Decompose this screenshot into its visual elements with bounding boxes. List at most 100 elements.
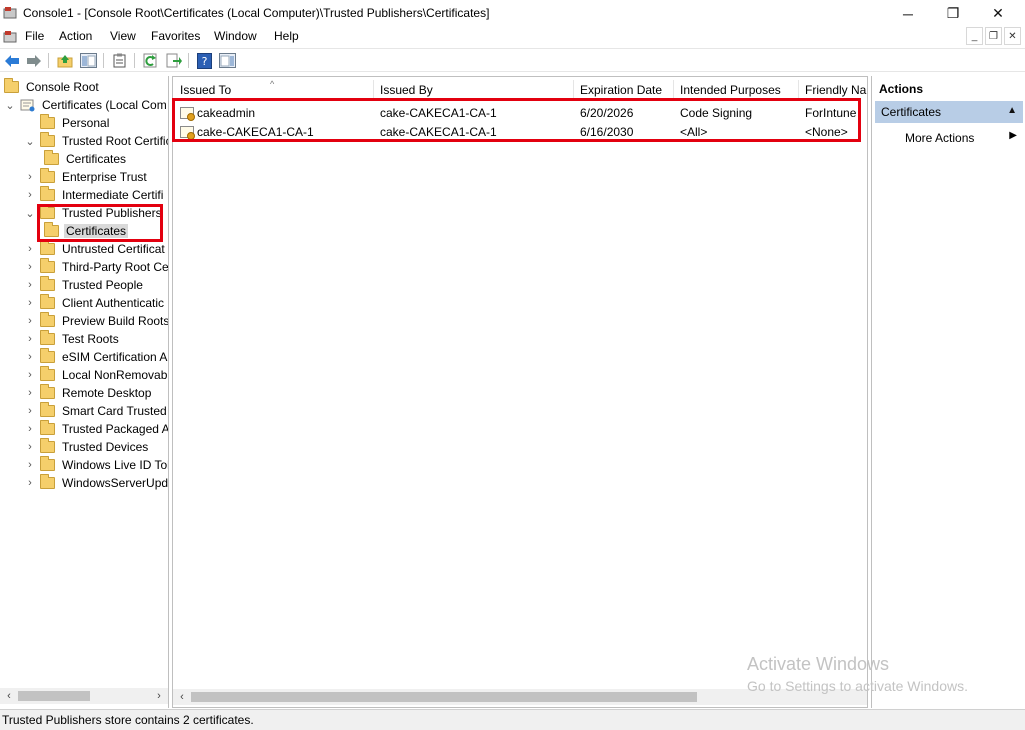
scroll-left-icon[interactable]: ‹: [2, 688, 16, 704]
help-icon[interactable]: ?: [196, 52, 213, 69]
folder-icon: [40, 132, 55, 147]
collapse-chevron-icon[interactable]: ›: [24, 243, 36, 255]
show-hide-console-tree-icon[interactable]: [80, 52, 97, 69]
tree-node-remote-desktop[interactable]: › Remote Desktop: [24, 384, 153, 402]
folder-icon: [40, 312, 55, 327]
collapse-chevron-icon[interactable]: ›: [24, 387, 36, 399]
collapse-chevron-icon[interactable]: ›: [24, 369, 36, 381]
folder-icon: [40, 240, 55, 255]
toolbar-separator: [188, 53, 189, 68]
mdi-close-button[interactable]: ✕: [1004, 27, 1021, 45]
collapse-chevron-icon[interactable]: ›: [24, 333, 36, 345]
collapse-chevron-icon[interactable]: ›: [24, 297, 36, 309]
menu-bar: File Action View Favorites Window Help: [0, 27, 1025, 47]
tree-node-label: Third-Party Root Ce: [62, 260, 169, 274]
collapse-chevron-icon[interactable]: ›: [24, 351, 36, 363]
export-list-icon[interactable]: [165, 52, 182, 69]
tree-node-certificates-local-computer[interactable]: ⌄ Certificates (Local Com: [4, 96, 168, 114]
more-actions-item[interactable]: More Actions: [905, 131, 974, 145]
properties-icon[interactable]: [111, 52, 128, 69]
results-pane: ^ Issued To Issued By Expiration Date In…: [172, 76, 868, 708]
collapse-up-icon[interactable]: ▲: [1007, 105, 1017, 116]
tree-node-trusted-devices[interactable]: › Trusted Devices: [24, 438, 150, 456]
expand-chevron-icon[interactable]: ⌄: [4, 99, 16, 112]
tree-node-trusted-packaged-a[interactable]: › Trusted Packaged A: [24, 420, 168, 438]
expand-chevron-icon[interactable]: ⌄: [24, 135, 36, 148]
actions-pane: Actions Certificates ▲ More Actions ▶: [871, 76, 1025, 708]
menu-window[interactable]: Window: [212, 29, 259, 43]
collapse-chevron-icon[interactable]: ›: [24, 405, 36, 417]
tree-node-console-root[interactable]: Console Root: [4, 78, 101, 96]
menu-action[interactable]: Action: [57, 29, 94, 43]
forward-icon[interactable]: [25, 52, 42, 69]
submenu-arrow-icon: ▶: [1009, 130, 1017, 141]
mdi-restore-button[interactable]: ❐: [985, 27, 1002, 45]
menu-file[interactable]: File: [23, 29, 46, 43]
close-button[interactable]: ✕: [975, 0, 1021, 27]
menu-favorites[interactable]: Favorites: [149, 29, 202, 43]
toolbar-separator: [48, 53, 49, 68]
tree-node-certificates[interactable]: Certificates: [44, 150, 128, 168]
tree-node-smart-card-trusted[interactable]: › Smart Card Trusted: [24, 402, 168, 420]
certificate-row-cake-cakeca1-ca-1[interactable]: cake-CAKECA1-CA-1 cake-CAKECA1-CA-1 6/16…: [177, 123, 863, 141]
tree-node-windowsserverupd[interactable]: › WindowsServerUpd: [24, 474, 168, 492]
collapse-chevron-icon[interactable]: ›: [24, 315, 36, 327]
folder-icon: [40, 330, 55, 345]
collapse-chevron-icon[interactable]: ›: [24, 279, 36, 291]
collapse-chevron-icon[interactable]: ›: [24, 189, 36, 201]
actions-group-certificates[interactable]: Certificates ▲: [875, 101, 1023, 123]
folder-icon: [40, 348, 55, 363]
tree-node-certificates[interactable]: Certificates: [44, 222, 129, 240]
tree-node-trusted-root-certific[interactable]: ⌄ Trusted Root Certific: [24, 132, 168, 150]
show-hide-action-pane-icon[interactable]: [219, 52, 236, 69]
scrollbar-thumb[interactable]: [191, 692, 697, 702]
tree-node-untrusted-certificat[interactable]: › Untrusted Certificat: [24, 240, 167, 258]
column-header-issued-to[interactable]: ^ Issued To: [174, 80, 374, 100]
mdi-minimize-button[interactable]: _: [966, 27, 983, 45]
restore-button[interactable]: ❐: [930, 0, 976, 27]
menu-help[interactable]: Help: [272, 29, 301, 43]
scroll-left-icon[interactable]: ‹: [175, 689, 189, 705]
column-header-issued-by[interactable]: Issued By: [374, 80, 574, 100]
collapse-chevron-icon[interactable]: ›: [24, 261, 36, 273]
collapse-chevron-icon[interactable]: ›: [24, 459, 36, 471]
tree-node-local-nonremovab[interactable]: › Local NonRemovab: [24, 366, 168, 384]
tree-node-windows-live-id-tol[interactable]: › Windows Live ID Tol: [24, 456, 168, 474]
tree-node-label: Local NonRemovab: [62, 368, 168, 382]
scroll-right-icon[interactable]: ›: [152, 688, 166, 704]
column-header-friendly-name[interactable]: Friendly Na: [799, 80, 867, 100]
certificate-row-cakeadmin[interactable]: cakeadmin cake-CAKECA1-CA-1 6/20/2026 Co…: [177, 104, 863, 122]
tree-node-intermediate-certifi[interactable]: › Intermediate Certifi: [24, 186, 165, 204]
console-icon[interactable]: [3, 30, 17, 44]
tree-node-label: eSIM Certification A: [62, 350, 168, 364]
tree-node-label: Client Authenticatic: [62, 296, 165, 310]
column-header-intended-purposes[interactable]: Intended Purposes: [674, 80, 799, 100]
cell-expiration-date: 6/20/2026: [580, 106, 634, 120]
collapse-chevron-icon[interactable]: ›: [24, 477, 36, 489]
tree-node-third-party-root-ce[interactable]: › Third-Party Root Ce: [24, 258, 169, 276]
tree-node-trusted-publishers[interactable]: ⌄ Trusted Publishers: [24, 204, 164, 222]
refresh-icon[interactable]: [142, 52, 159, 69]
sort-ascending-icon: ^: [270, 80, 275, 89]
tree-node-personal[interactable]: Personal: [24, 114, 111, 132]
tree-node-esim-certification-a[interactable]: › eSIM Certification A: [24, 348, 168, 366]
tree-node-preview-build-roots[interactable]: › Preview Build Roots: [24, 312, 168, 330]
collapse-chevron-icon[interactable]: ›: [24, 171, 36, 183]
tree-horizontal-scrollbar[interactable]: ‹ ›: [0, 688, 168, 704]
collapse-chevron-icon[interactable]: ›: [24, 441, 36, 453]
folder-icon: [40, 438, 55, 453]
tree-node-client-authenticatic[interactable]: › Client Authenticatic: [24, 294, 166, 312]
folder-icon: [40, 114, 55, 129]
tree-node-trusted-people[interactable]: › Trusted People: [24, 276, 145, 294]
back-icon[interactable]: [3, 52, 20, 69]
column-header-expiration-date[interactable]: Expiration Date: [574, 80, 674, 100]
scrollbar-thumb[interactable]: [18, 691, 90, 701]
minimize-button[interactable]: ─: [885, 0, 931, 27]
expand-chevron-icon[interactable]: ⌄: [24, 207, 36, 220]
menu-view[interactable]: View: [108, 29, 138, 43]
tree-node-test-roots[interactable]: › Test Roots: [24, 330, 121, 348]
tree-node-enterprise-trust[interactable]: › Enterprise Trust: [24, 168, 149, 186]
window-title: Console1 - [Console Root\Certificates (L…: [23, 6, 490, 20]
collapse-chevron-icon[interactable]: ›: [24, 423, 36, 435]
up-one-level-icon[interactable]: [56, 52, 73, 69]
